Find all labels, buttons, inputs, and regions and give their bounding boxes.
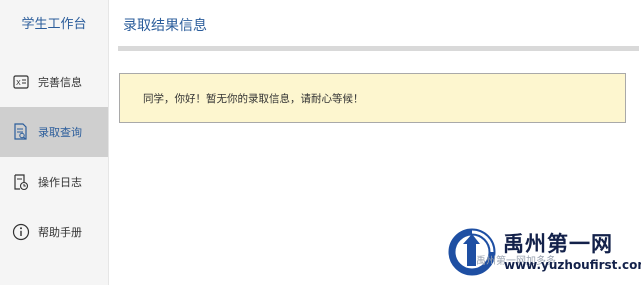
document-search-icon	[12, 122, 30, 142]
sidebar-item-label: 帮助手册	[38, 226, 82, 239]
sidebar-item-label: 完善信息	[38, 76, 82, 89]
watermark-url: www.yuzhoufirst.com	[504, 258, 641, 272]
page-title: 录取结果信息	[123, 18, 207, 34]
sidebar-item-help-manual[interactable]: 帮助手册	[0, 207, 108, 257]
title-divider	[118, 46, 639, 51]
log-clock-icon	[12, 172, 30, 192]
sidebar-item-operation-log[interactable]: 操作日志	[0, 157, 108, 207]
id-card-icon: X	[12, 72, 30, 92]
watermark: 禹州第一网 禹州第一网加多多 www.yuzhoufirst.com	[446, 222, 641, 280]
svg-text:X: X	[16, 79, 21, 87]
sidebar-item-label: 录取查询	[38, 126, 82, 139]
sidebar-item-label: 操作日志	[38, 176, 82, 189]
sidebar-title: 学生工作台	[21, 17, 87, 32]
info-circle-icon	[12, 222, 30, 242]
sidebar-item-admission-query[interactable]: 录取查询	[0, 107, 108, 157]
sidebar-item-complete-info[interactable]: X 完善信息	[0, 57, 108, 107]
notice-text: 同学，你好！暂无你的录取信息，请耐心等候！	[143, 93, 364, 105]
admission-notice: 同学，你好！暂无你的录取信息，请耐心等候！	[119, 73, 626, 123]
sidebar: 学生工作台 X 完善信息 录取查询 操作日志 帮助手册	[0, 0, 109, 285]
watermark-logo-icon	[448, 228, 496, 276]
